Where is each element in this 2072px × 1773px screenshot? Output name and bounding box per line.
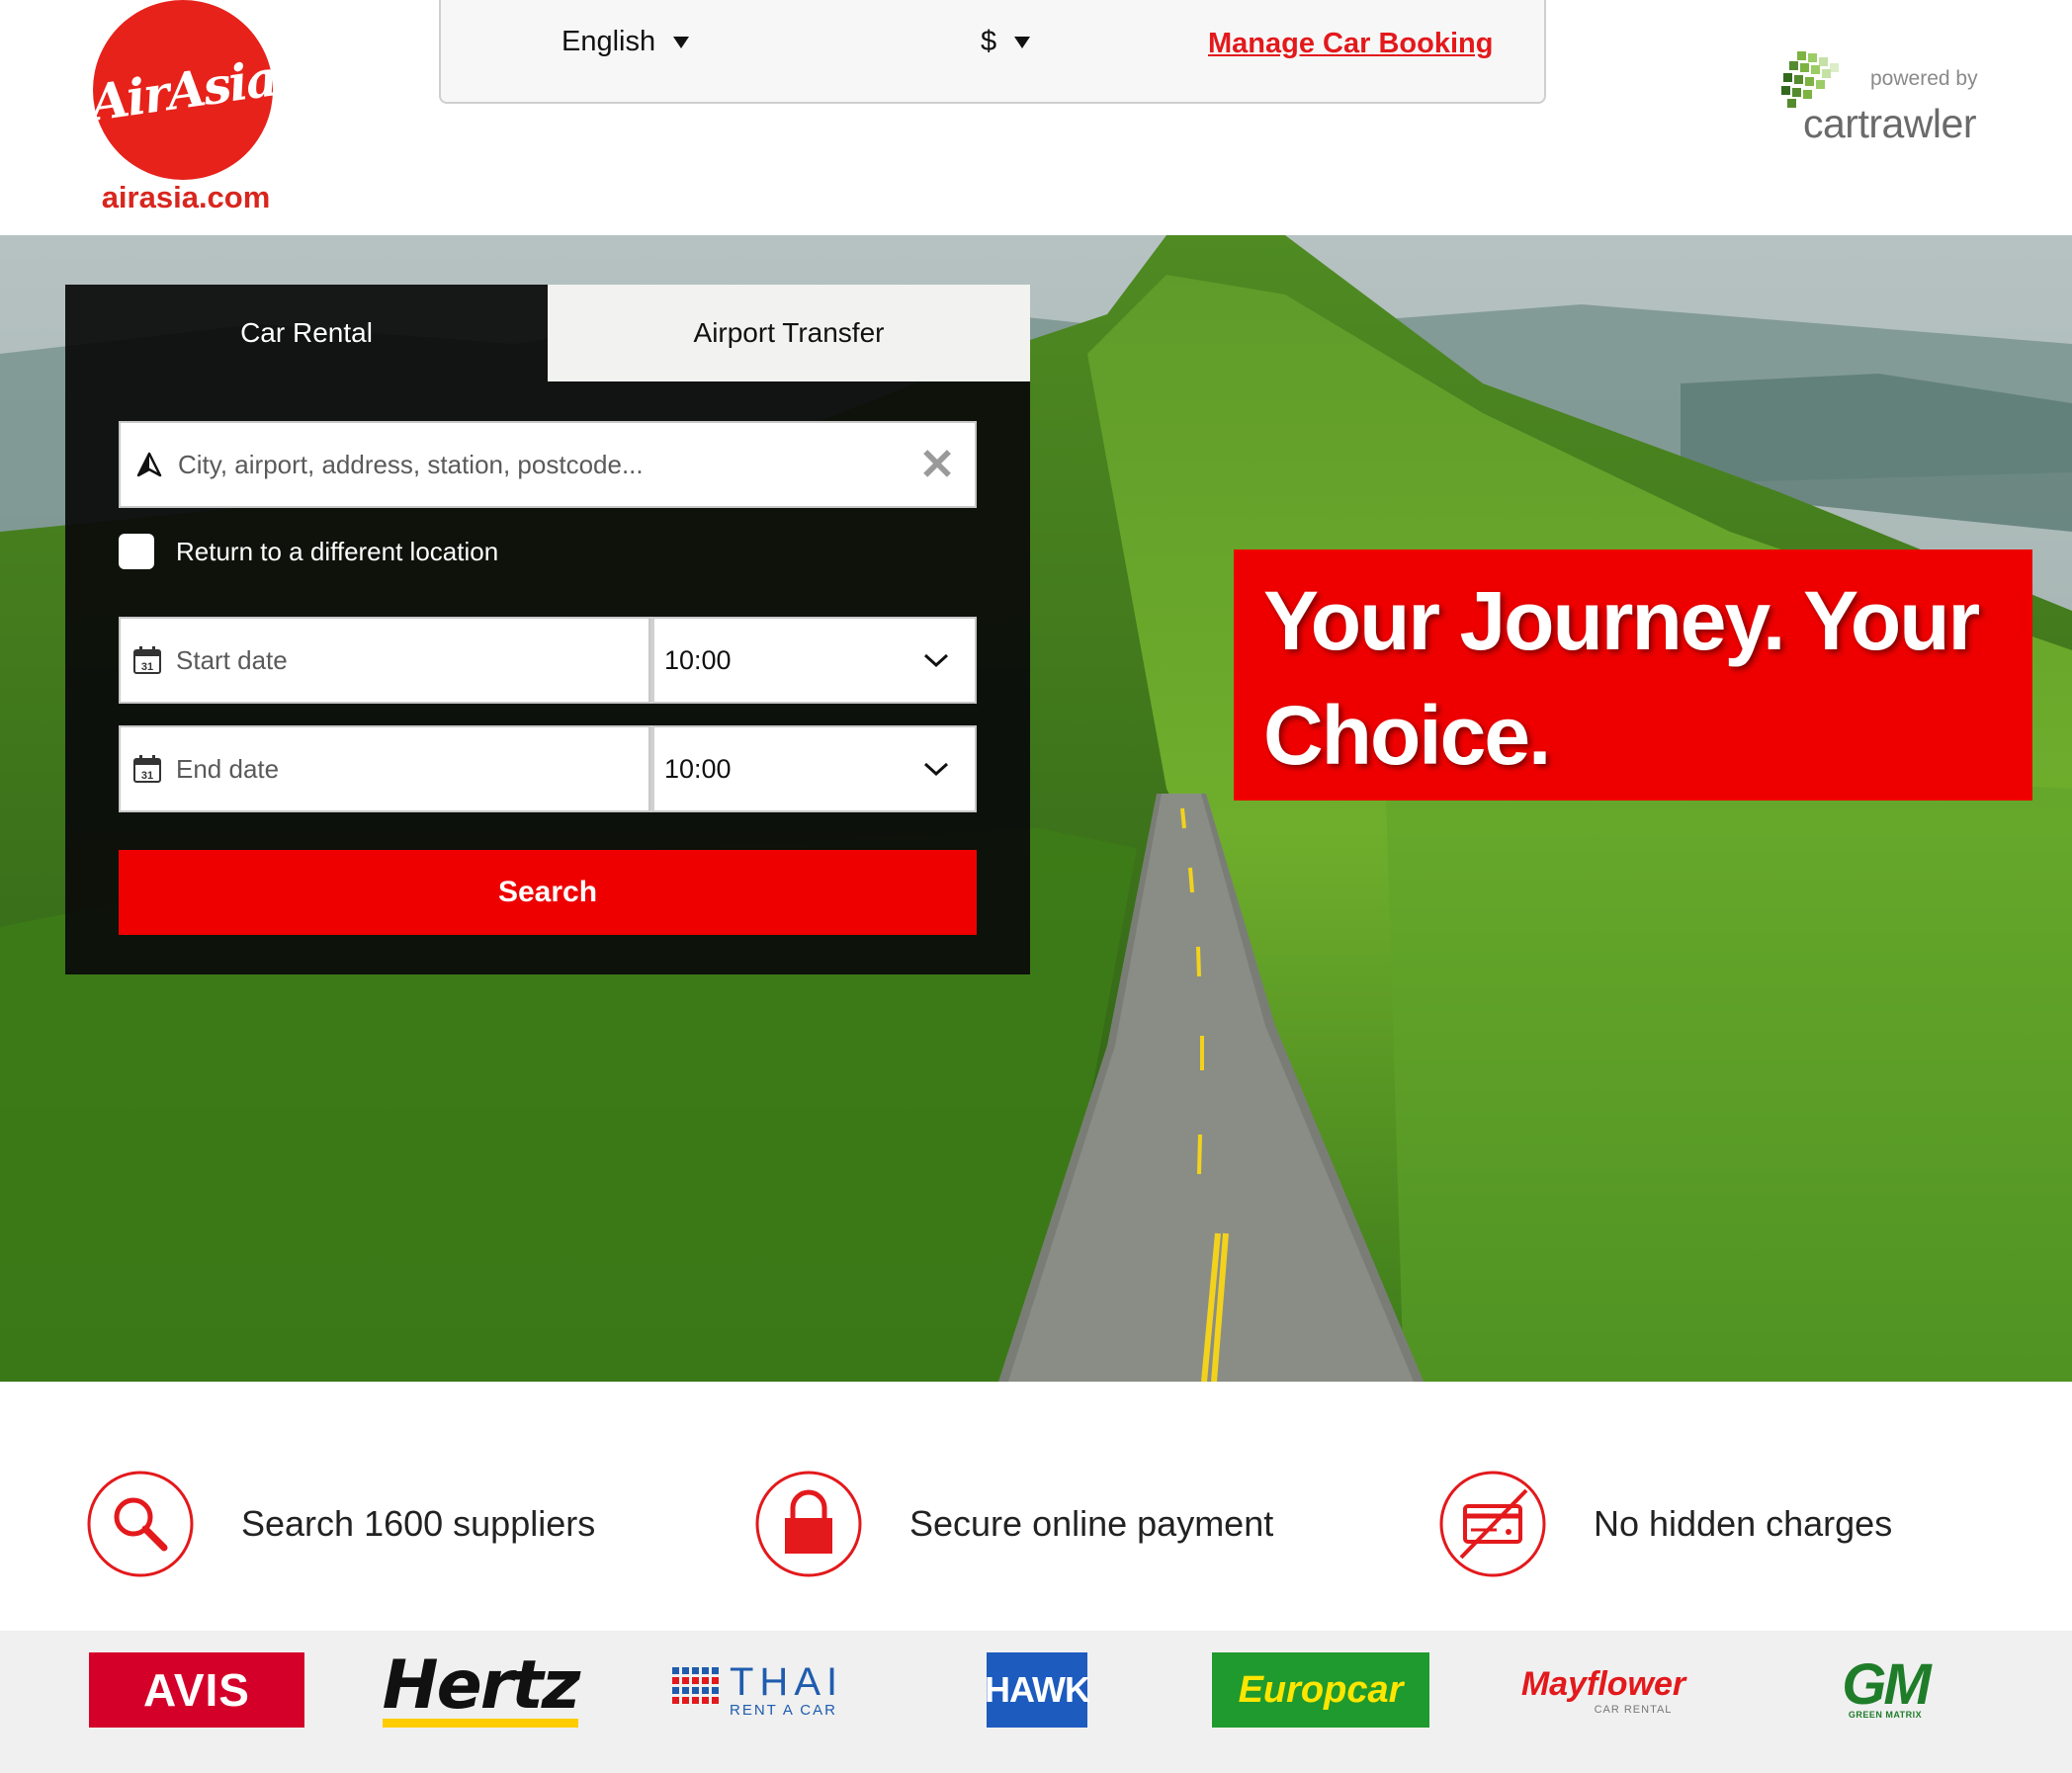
return-different-location[interactable]: Return to a different location <box>119 534 498 569</box>
chevron-down-icon <box>923 653 949 668</box>
supplier-logos: AVIS Hertz THAI RENT A CAR HAWK Europcar… <box>0 1631 2072 1773</box>
chevron-down-icon <box>923 762 949 777</box>
end-time-select[interactable]: 10:00 <box>650 725 977 812</box>
currency-selector[interactable]: $ <box>981 26 1031 58</box>
supplier-logo-hertz: Hertz <box>378 1651 583 1728</box>
end-date-field[interactable]: 31 End date <box>119 725 650 812</box>
lock-icon <box>755 1471 862 1577</box>
gm-sub: GREEN MATRIX <box>1848 1710 1923 1720</box>
feature-no-hidden-charges: No hidden charges <box>1437 1469 1892 1579</box>
cartrawler-wordmark: cartrawler <box>1803 101 1976 146</box>
calendar-icon: 31 <box>133 646 161 674</box>
hero-section: Car Rental Airport Transfer ✕ Return to … <box>0 235 2072 1382</box>
no-card-icon <box>1439 1471 1546 1577</box>
supplier-logo-thai-rent-a-car: THAI RENT A CAR <box>672 1652 844 1728</box>
feature-suppliers-text: Search 1600 suppliers <box>241 1503 596 1544</box>
clear-icon[interactable]: ✕ <box>907 435 967 494</box>
language-label: English <box>561 26 656 57</box>
hertz-wordmark: Hertz <box>382 1651 580 1728</box>
search-icon <box>87 1471 194 1577</box>
end-time-value: 10:00 <box>664 753 732 784</box>
search-button[interactable]: Search <box>119 850 977 935</box>
language-selector[interactable]: English <box>561 26 690 58</box>
thai-wordmark: THAI RENT A CAR <box>730 1662 843 1719</box>
airasia-logo-mark: AirAsia <box>87 0 279 180</box>
start-time-value: 10:00 <box>664 644 732 675</box>
powered-by-label: powered by <box>1870 67 1978 90</box>
mayflower-sub: CAR RENTAL <box>1594 1703 1673 1716</box>
start-time-select[interactable]: 10:00 <box>650 617 977 704</box>
supplier-logo-hawk: HAWK <box>985 1652 1090 1728</box>
manage-car-booking-link[interactable]: Manage Car Booking <box>1208 28 1493 60</box>
supplier-logo-green-matrix: GM GREEN MATRIX <box>1817 1652 1953 1728</box>
caret-down-icon <box>673 36 690 48</box>
start-date-placeholder: Start date <box>176 644 288 675</box>
thai-wordmark-sub: RENT A CAR <box>730 1701 837 1719</box>
mayflower-wordmark: Mayflower <box>1520 1664 1686 1703</box>
gm-wordmark: GM <box>1842 1652 1931 1717</box>
supplier-logo-mayflower: Mayflower CAR RENTAL <box>1495 1652 1712 1728</box>
return-location-checkbox[interactable] <box>119 534 154 569</box>
tab-car-rental[interactable]: Car Rental <box>65 285 548 381</box>
pickup-location-input[interactable] <box>178 449 907 480</box>
caret-down-icon <box>1014 36 1031 48</box>
site-header: AirAsia airasia.com English $ Manage Car… <box>0 0 2072 235</box>
airasia-logo-script: AirAsia <box>86 47 280 132</box>
supplier-logo-avis: AVIS <box>89 1652 304 1728</box>
pickup-location-field[interactable]: ✕ <box>119 421 977 508</box>
airasia-logo[interactable]: AirAsia airasia.com <box>87 0 285 217</box>
feature-secure-payment: Secure online payment <box>753 1469 1273 1579</box>
end-date-placeholder: End date <box>176 753 280 784</box>
thai-wordmark-main: THAI <box>730 1659 844 1704</box>
banner-headline: Your Journey. Your Choice. <box>1263 574 1980 782</box>
calendar-day-label: 31 <box>141 661 153 673</box>
feature-suppliers: Search 1600 suppliers <box>85 1469 595 1579</box>
location-arrow-icon <box>136 452 162 477</box>
start-date-field[interactable]: 31 Start date <box>119 617 650 704</box>
feature-no-hidden-charges-text: No hidden charges <box>1594 1503 1893 1544</box>
currency-label: $ <box>981 26 997 57</box>
features-section: Search 1600 suppliers Secure online paym… <box>0 1382 2072 1629</box>
top-bar: English $ Manage Car Booking <box>439 0 1546 104</box>
thai-grid-icon <box>672 1667 719 1704</box>
return-location-label: Return to a different location <box>176 536 499 566</box>
calendar-icon: 31 <box>133 755 161 783</box>
feature-secure-payment-text: Secure online payment <box>909 1503 1274 1544</box>
calendar-day-label: 31 <box>141 770 153 782</box>
promo-banner: Your Journey. Your Choice. <box>1234 549 2032 801</box>
cartrawler-badge[interactable]: powered by cartrawler <box>1777 49 1987 148</box>
search-panel: Car Rental Airport Transfer ✕ Return to … <box>65 285 1030 974</box>
airasia-domain: airasia.com <box>101 180 271 214</box>
tab-airport-transfer[interactable]: Airport Transfer <box>548 285 1030 381</box>
supplier-logo-europcar: Europcar <box>1212 1652 1429 1728</box>
